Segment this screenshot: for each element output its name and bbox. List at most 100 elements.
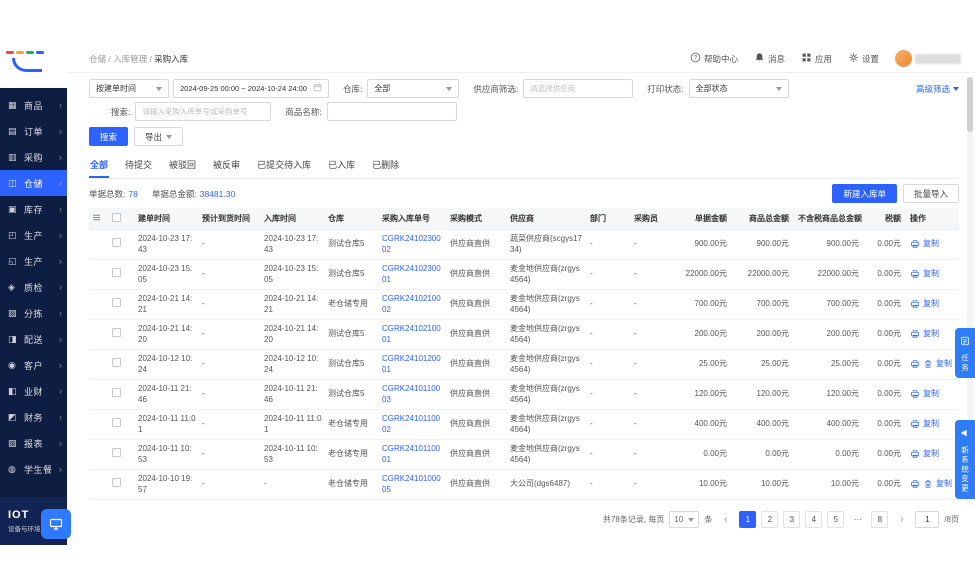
sidebar-item-6[interactable]: ◱生产› <box>0 248 67 274</box>
sidebar-item-9[interactable]: ◨配送› <box>0 326 67 352</box>
tab-3[interactable]: 被反审 <box>212 154 241 178</box>
order-no-link[interactable]: CGRK2410110001 <box>382 444 440 464</box>
order-no-link[interactable]: CGRK2410210001 <box>382 324 441 344</box>
sidebar-item-14[interactable]: ◍学生餐› <box>0 456 67 482</box>
order-no-link[interactable]: CGRK2410210002 <box>382 294 441 314</box>
sidebar-item-3[interactable]: ◫仓储› <box>0 170 67 196</box>
print-icon[interactable] <box>910 269 920 279</box>
page-button-8[interactable]: 8 <box>871 511 888 528</box>
order-no-link[interactable]: CGRK2410110003 <box>382 384 440 404</box>
tab-2[interactable]: 被驳回 <box>168 154 197 178</box>
sidebar-item-7[interactable]: ◈质检› <box>0 274 67 300</box>
sidebar-item-13[interactable]: ▨报表› <box>0 430 67 456</box>
row-checkbox[interactable] <box>112 328 121 337</box>
order-no-link[interactable]: CGRK2410110002 <box>382 414 440 434</box>
apps-button[interactable]: 应用 <box>801 52 832 65</box>
print-icon[interactable] <box>910 389 920 399</box>
cell-amount: 200.00元 <box>675 320 733 350</box>
print-status-select[interactable]: 全部状态 <box>689 79 789 98</box>
column-settings-icon[interactable] <box>89 208 109 230</box>
tab-4[interactable]: 已提交待入库 <box>256 154 312 178</box>
settings-button[interactable]: 设置 <box>848 52 879 65</box>
advanced-filter-button[interactable]: 高级筛选 <box>916 83 959 95</box>
row-checkbox[interactable] <box>112 388 121 397</box>
user-account[interactable] <box>895 50 961 67</box>
copy-link[interactable]: 复制 <box>923 299 939 308</box>
copy-link[interactable]: 复制 <box>936 359 952 368</box>
time-field-select[interactable]: 按建单时间 <box>89 79 169 98</box>
prev-page-button[interactable]: ‹ <box>717 511 734 528</box>
copy-link[interactable]: 复制 <box>923 269 939 278</box>
print-icon[interactable] <box>910 329 920 339</box>
page-jump-input[interactable] <box>915 511 939 528</box>
page-button-5[interactable]: 5 <box>827 511 844 528</box>
create-inbound-button[interactable]: 新建入库单 <box>832 184 897 203</box>
copy-link[interactable]: 复制 <box>923 419 939 428</box>
row-checkbox[interactable] <box>112 418 121 427</box>
copy-link[interactable]: 复制 <box>936 479 952 488</box>
next-page-button[interactable]: › <box>893 511 910 528</box>
delete-icon[interactable] <box>923 479 933 489</box>
messages-button[interactable]: 消息 <box>754 52 785 65</box>
tab-1[interactable]: 待提交 <box>124 154 153 178</box>
sidebar-item-8[interactable]: ▧分拣› <box>0 300 67 326</box>
row-checkbox[interactable] <box>112 238 121 247</box>
row-checkbox[interactable] <box>112 448 121 457</box>
tab-5[interactable]: 已入库 <box>327 154 356 178</box>
tab-0[interactable]: 全部 <box>89 154 109 178</box>
order-no-link[interactable]: CGRK2410100005 <box>382 474 441 494</box>
iot-device-icon[interactable] <box>41 509 71 539</box>
task-float-button[interactable]: 任务 <box>955 328 975 378</box>
batch-import-button[interactable]: 批量导入 <box>903 184 959 203</box>
sidebar-item-2[interactable]: ▥采购› <box>0 144 67 170</box>
print-icon[interactable] <box>910 419 920 429</box>
row-checkbox[interactable] <box>112 268 121 277</box>
order-no-link[interactable]: CGRK2410230001 <box>382 264 441 284</box>
chevron-right-icon: › <box>59 256 62 266</box>
print-icon[interactable] <box>910 479 920 489</box>
date-range-input[interactable] <box>173 79 329 98</box>
product-name-input[interactable] <box>327 102 457 121</box>
sidebar-item-5[interactable]: ◰生产› <box>0 222 67 248</box>
copy-link[interactable]: 复制 <box>923 329 939 338</box>
sidebar-item-10[interactable]: ◉客户› <box>0 352 67 378</box>
page-button-1[interactable]: 1 <box>739 511 756 528</box>
select-all-checkbox[interactable] <box>112 213 121 222</box>
print-icon[interactable] <box>910 299 920 309</box>
cell-supplier: 蔬菜供应商(scgys1734) <box>507 230 587 260</box>
sidebar-item-1[interactable]: ▤订单› <box>0 118 67 144</box>
date-range-value[interactable] <box>180 84 313 93</box>
sidebar-item-12[interactable]: ◩财务› <box>0 404 67 430</box>
search-input[interactable] <box>135 102 271 121</box>
help-center-button[interactable]: ? 帮助中心 <box>690 52 738 65</box>
sidebar-iot-section[interactable]: IOT 设备与环境 <box>0 497 67 545</box>
column-header: 供应商 <box>507 208 587 230</box>
per-page-select[interactable]: 10 <box>669 511 699 528</box>
print-icon[interactable] <box>910 359 920 369</box>
announcement-float-button[interactable]: 新系统变更 <box>955 420 975 499</box>
row-checkbox[interactable] <box>112 358 121 367</box>
sidebar-item-4[interactable]: ▣库存› <box>0 196 67 222</box>
order-no-link[interactable]: CGRK2410230002 <box>382 234 441 254</box>
page-button-2[interactable]: 2 <box>761 511 778 528</box>
sidebar-item-11[interactable]: ◧业财› <box>0 378 67 404</box>
delete-icon[interactable] <box>923 359 933 369</box>
copy-link[interactable]: 复制 <box>923 389 939 398</box>
print-icon[interactable] <box>910 449 920 459</box>
sidebar-item-0[interactable]: ▦商品› <box>0 92 67 118</box>
search-button[interactable]: 搜索 <box>89 127 128 146</box>
order-no-link[interactable]: CGRK2410120001 <box>382 354 441 374</box>
warehouse-select[interactable]: 全部 <box>367 79 459 98</box>
copy-link[interactable]: 复制 <box>923 239 939 248</box>
export-button[interactable]: 导出 <box>134 127 183 146</box>
row-checkbox[interactable] <box>112 298 121 307</box>
print-icon[interactable] <box>910 239 920 249</box>
row-checkbox[interactable] <box>112 478 121 487</box>
tab-6[interactable]: 已删除 <box>371 154 400 178</box>
page-button-3[interactable]: 3 <box>783 511 800 528</box>
supplier-filter-input[interactable] <box>523 79 633 98</box>
copy-link[interactable]: 复制 <box>923 449 939 458</box>
page-button-4[interactable]: 4 <box>805 511 822 528</box>
filter-actions: 搜索 导出 <box>89 127 959 146</box>
vertical-scrollbar-thumb[interactable] <box>967 77 973 132</box>
